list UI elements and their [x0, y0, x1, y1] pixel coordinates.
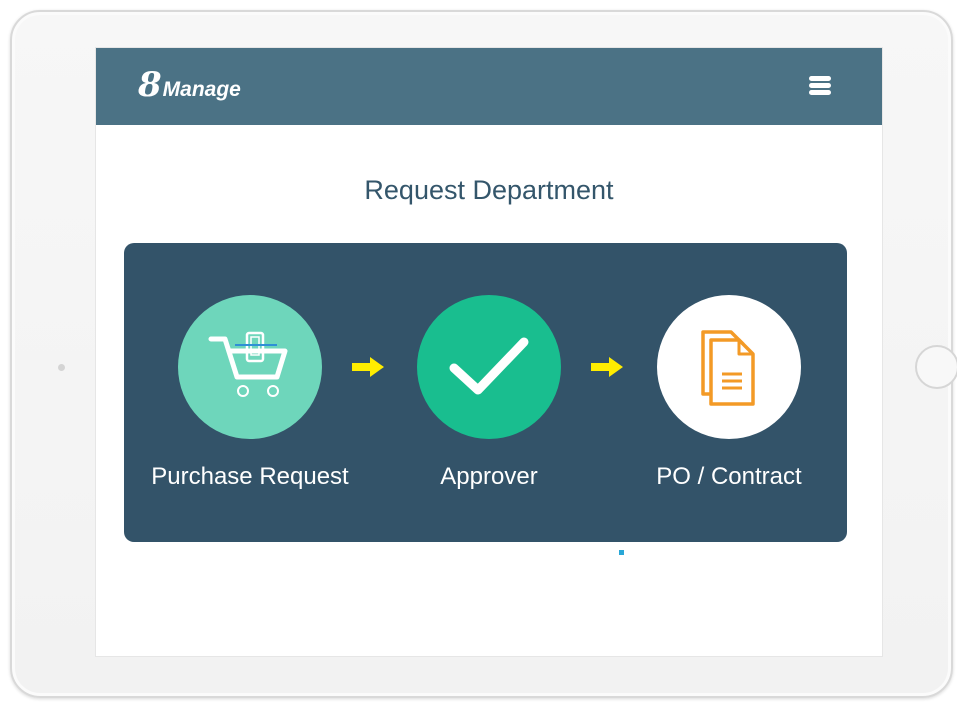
purchase-request-circle [178, 295, 322, 439]
step-po-contract[interactable]: PO / Contract [629, 295, 829, 491]
checkmark-icon [449, 337, 529, 395]
logo-number: 8 [138, 65, 162, 105]
arrow-right-icon [591, 357, 623, 377]
approver-circle [417, 295, 561, 439]
step-purchase-request[interactable]: Purchase Request [150, 295, 350, 491]
camera-dot [58, 364, 65, 371]
page-title: Request Department [364, 175, 614, 205]
step-approver[interactable]: Approver [389, 295, 589, 491]
hamburger-menu-icon[interactable] [809, 76, 831, 95]
logo-text: Manage [162, 78, 241, 101]
po-contract-circle [657, 295, 801, 439]
step-label: PO / Contract [656, 463, 802, 490]
app-logo[interactable]: 8 Manage [138, 68, 241, 102]
top-navigation-bar: 8 Manage [96, 48, 882, 125]
documents-icon [701, 330, 755, 406]
step-label: Purchase Request [151, 463, 349, 490]
home-button[interactable] [915, 345, 957, 389]
arrow-right-icon [352, 357, 384, 377]
shopping-cart-icon [208, 331, 288, 397]
approval-flow-panel: Purchase Request Approver PO / Contract [124, 243, 847, 542]
app-screen: 8 Manage Request Department Purchase Req… [95, 47, 883, 657]
step-label: Approver [440, 463, 538, 490]
slide-indicator [619, 550, 624, 555]
